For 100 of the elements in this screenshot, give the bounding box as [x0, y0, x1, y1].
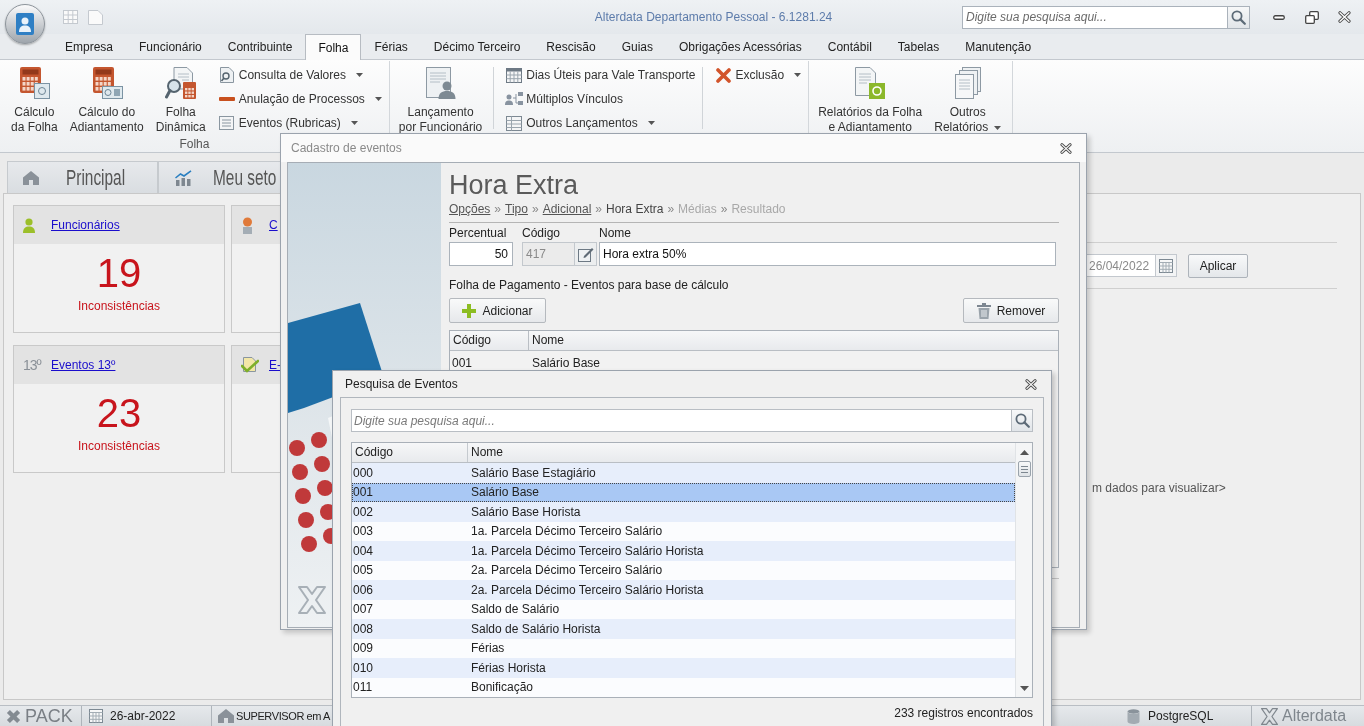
table-row[interactable]: 007 Saldo de Salário — [352, 599, 1015, 619]
ribbon-tab[interactable]: Décimo Terceiro — [420, 34, 534, 59]
date-field[interactable]: 26/04/2022 — [1086, 254, 1156, 277]
table-cell-text: 001 — [451, 355, 474, 372]
calendar-icon — [89, 709, 103, 723]
table-row[interactable]: 002 Salário Base Horista — [352, 502, 1015, 522]
ribbon-tab[interactable]: Obrigações Acessórias — [666, 34, 815, 59]
ribbon-tab[interactable]: Rescisão — [533, 34, 609, 59]
dialog-title: Cadastro de eventos — [291, 140, 402, 157]
calendar-button[interactable] — [1156, 254, 1177, 277]
ribbon-button[interactable]: Dias Úteis para Vale Transporte — [504, 63, 698, 87]
person-icon — [241, 216, 254, 234]
input-field[interactable]: 50 — [449, 242, 513, 266]
table-row[interactable]: 008 Saldo de Salário Horista — [352, 619, 1015, 639]
card-link[interactable]: C — [269, 216, 278, 234]
calculator-icon — [90, 67, 123, 99]
table-row[interactable]: 011 Bonificação — [352, 677, 1015, 697]
remove-button[interactable]: Remover — [963, 298, 1059, 323]
table-cell-text: 003 — [352, 523, 375, 541]
table-cell-text: 2a. Parcela Décimo Terceiro Salário Horista — [470, 581, 705, 599]
close-icon — [1025, 378, 1037, 390]
table-row[interactable]: 003 1a. Parcela Décimo Terceiro Salário — [352, 521, 1015, 541]
ribbon-tab[interactable]: Manutenção — [952, 34, 1045, 59]
breadcrumb-current: Hora Extra — [606, 201, 664, 217]
documents-icon — [954, 67, 981, 99]
scroll-up-icon[interactable] — [1019, 449, 1029, 455]
ribbon-tab[interactable]: Folha — [305, 34, 362, 60]
card-link[interactable]: E- — [269, 356, 281, 374]
ribbon-tab[interactable]: Funcionário — [126, 34, 215, 59]
breadcrumb-link[interactable]: Tipo — [505, 201, 528, 217]
scroll-down-icon[interactable] — [1019, 685, 1029, 691]
plus-icon — [462, 303, 477, 318]
table-row[interactable]: 010 Férias Horista — [352, 658, 1015, 678]
app-logo-icon — [16, 13, 34, 35]
ribbon-tab[interactable]: Guias — [608, 34, 667, 59]
table-icon — [506, 115, 523, 131]
logo-icon — [298, 586, 326, 614]
scrollbar[interactable] — [1015, 443, 1032, 697]
table-cell-text: 001 — [352, 484, 375, 502]
apply-button[interactable]: Aplicar — [1188, 253, 1248, 278]
edit-button[interactable] — [575, 242, 597, 266]
calendar-icon — [1159, 258, 1173, 273]
column-header[interactable]: Nome — [529, 331, 1058, 350]
table-cell-text: 005 — [352, 562, 375, 580]
ribbon-button[interactable]: Exclusão — [713, 63, 804, 87]
breadcrumb-separator: » — [720, 201, 728, 217]
card-link[interactable]: Funcionários — [51, 216, 120, 234]
card-link[interactable]: Eventos 13º — [51, 356, 116, 374]
table-row[interactable]: 006 2a. Parcela Décimo Terceiro Salário Horista — [352, 580, 1015, 600]
ribbon-tab[interactable]: Contábil — [814, 34, 885, 59]
house-icon — [218, 709, 234, 723]
ribbon-button[interactable]: Cálculo da Folha — [5, 66, 64, 135]
table-cell-text: 006 — [352, 581, 375, 599]
search-button[interactable] — [1228, 5, 1250, 29]
search-button[interactable] — [1012, 409, 1033, 432]
ribbon-button[interactable]: Cálculo do Adiantamento — [63, 66, 150, 135]
card-icon-text: 13º — [23, 355, 41, 375]
cross-icon — [5, 707, 22, 725]
restore-icon — [1304, 10, 1319, 24]
breadcrumb-link[interactable]: Opções — [449, 201, 491, 217]
card-caption: Inconsistências — [77, 439, 160, 454]
status-database: PostgreSQL — [1148, 708, 1214, 725]
add-button[interactable]: Adicionar — [449, 298, 546, 323]
calculator-icon — [18, 67, 51, 99]
column-header[interactable]: Nome — [468, 443, 1015, 462]
column-header[interactable]: Código — [450, 331, 529, 350]
calendar-icon — [506, 67, 523, 83]
search-field[interactable]: Digite sua pesquisa aqui... — [962, 5, 1228, 29]
group-label: Folha — [179, 136, 210, 152]
ribbon-button[interactable]: Anulação de Processos — [216, 87, 384, 111]
column-header[interactable]: Código — [352, 443, 468, 462]
ribbon-tab[interactable]: Contribuinte — [214, 34, 306, 59]
breadcrumb-link[interactable]: Adicional — [542, 201, 592, 217]
table-cell-text: 011 — [352, 679, 374, 697]
ribbon-button[interactable]: Consulta de Valores — [216, 63, 384, 87]
close-button[interactable] — [1058, 140, 1074, 156]
dash-icon — [218, 97, 235, 101]
table-row[interactable]: 005 2a. Parcela Décimo Terceiro Salário — [352, 560, 1015, 580]
table-row[interactable]: 004 1a. Parcela Décimo Terceiro Salário Horista — [352, 541, 1015, 561]
ribbon-tab[interactable]: Empresa — [52, 34, 127, 59]
ribbon-tab[interactable]: Férias — [361, 34, 421, 59]
scroll-thumb[interactable] — [1017, 461, 1031, 477]
ribbon-tab[interactable]: Tabelas — [884, 34, 953, 59]
table-cell-text: Férias — [470, 640, 506, 658]
main-tab[interactable]: Principal — [7, 161, 158, 193]
table-row[interactable]: 000 Salário Base Estagiário — [352, 463, 1015, 483]
chart-icon — [175, 169, 192, 186]
ribbon-button[interactable]: Múltiplos Vínculos — [504, 87, 698, 111]
close-button[interactable] — [1023, 376, 1039, 392]
list-icon — [219, 116, 235, 130]
input-field[interactable]: Hora extra 50% — [599, 242, 1056, 266]
table-cell-text: 008 — [352, 620, 375, 638]
status-date: 26-abr-2022 — [110, 708, 176, 725]
document-check-icon — [241, 356, 259, 374]
table-row[interactable]: 001 Salário Base — [352, 482, 1015, 502]
ribbon-button[interactable]: Folha Dinâmica — [149, 66, 212, 135]
search-field[interactable]: Digite sua pesquisa aqui... — [351, 409, 1012, 432]
trash-icon — [976, 302, 991, 319]
edit-icon — [577, 246, 594, 262]
table-row[interactable]: 009 Férias — [352, 638, 1015, 658]
